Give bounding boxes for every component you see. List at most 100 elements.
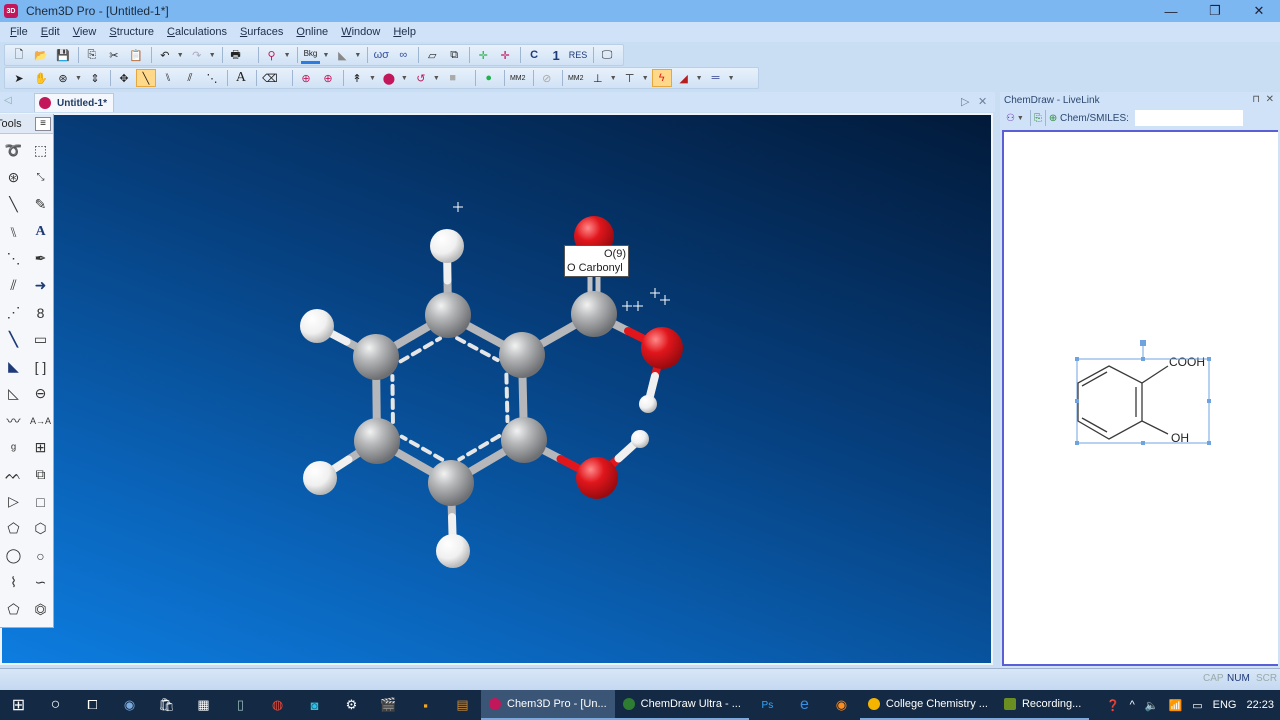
rotate-x-icon[interactable]: ⊕ (296, 69, 316, 87)
rectangle-tool-icon[interactable]: ▭ (27, 326, 54, 353)
new-file-icon[interactable]: 🗋 (9, 46, 29, 64)
carbon-atom[interactable] (354, 418, 400, 464)
save-icon[interactable]: 💾 (53, 46, 73, 64)
dihedral-dropdown[interactable]: ▼ (369, 75, 376, 82)
arrow-tool-icon[interactable]: ➜ (27, 272, 54, 299)
hashed-bond-icon[interactable]: ⫽ (0, 272, 27, 299)
single-bond-tool-icon[interactable]: ╲ (135, 69, 156, 87)
paste-icon[interactable]: 📋 (126, 46, 146, 64)
hash-wedge-icon[interactable]: ◺ (0, 380, 27, 407)
background-dropdown[interactable]: ▼ (322, 52, 329, 59)
carbon-atom[interactable] (499, 332, 545, 378)
photoshop-icon[interactable]: Ps (749, 690, 786, 720)
ramp-dropdown[interactable]: ▼ (696, 75, 703, 82)
hydrogen-atom[interactable] (300, 309, 334, 343)
hydrogen-atom[interactable] (430, 229, 464, 263)
rotate-icon[interactable]: ⊛ (53, 69, 73, 87)
tab-scroll-left-icon[interactable]: ◁ (4, 95, 12, 106)
carbon-label-button[interactable]: C (524, 46, 544, 64)
wedge-bond-icon[interactable]: ◣ (0, 353, 27, 380)
taskbar-app-chrome[interactable]: College Chemistry ... (859, 690, 996, 720)
sync-icon[interactable]: ⚇ (1006, 113, 1015, 124)
edge-icon[interactable]: e (786, 690, 823, 720)
compute-run-icon[interactable]: ● (479, 69, 499, 87)
triple-bond-tool-icon[interactable]: ⫽ (180, 69, 200, 87)
zoom-icon[interactable]: ⇕ (85, 69, 105, 87)
chemdraw-canvas[interactable]: COOH OH (1002, 130, 1278, 666)
tab-next-icon[interactable]: ▷ (961, 95, 969, 108)
lasso-select-icon[interactable]: ➰ (0, 137, 27, 164)
rotate-tool-icon[interactable]: ⊛ (0, 164, 27, 191)
cyclopentadiene-icon[interactable]: ⬠ (0, 596, 27, 623)
carbon-atom[interactable] (501, 417, 547, 463)
molecule-3d-model[interactable] (0, 113, 993, 665)
heptagon-icon[interactable]: ◯ (0, 542, 27, 569)
orthographic-box-icon[interactable]: ▱ (422, 46, 442, 64)
eraser-tool-icon[interactable]: ✎ (27, 191, 54, 218)
charge-icon[interactable]: ⊖ (27, 380, 54, 407)
tray-expand-icon[interactable]: ^ (1130, 699, 1135, 711)
dashed-bond-icon[interactable]: ⋱ (0, 245, 27, 272)
template-icon[interactable]: ⧉ (27, 461, 54, 488)
open-folder-icon[interactable]: 📂 (31, 46, 51, 64)
fullscreen-icon[interactable]: 🖵 (597, 46, 617, 64)
triangle-icon[interactable]: ▷ (0, 488, 27, 515)
livelink-close-icon[interactable]: ✕ (1266, 94, 1274, 105)
firefox-icon[interactable]: ◉ (823, 690, 860, 720)
windows-start-icon[interactable]: ⊞ (0, 690, 37, 720)
angle-icon[interactable]: ↺ (411, 69, 431, 87)
dotted-bond-icon[interactable]: ⋰ (0, 299, 27, 326)
close-button[interactable]: ✕ (1237, 0, 1280, 22)
brackets-icon[interactable]: [ ] (27, 353, 54, 380)
task-view-icon[interactable]: ⧠ (74, 690, 111, 720)
menu-structure[interactable]: Structure (109, 26, 154, 38)
square-icon[interactable]: □ (27, 488, 54, 515)
atom-color-icon[interactable]: ⬤ (379, 69, 399, 87)
smiles-input[interactable] (1134, 110, 1243, 126)
vibration-icon[interactable]: ⊥ (588, 69, 608, 87)
app-film-icon[interactable]: ▤ (444, 690, 481, 720)
ramp-icon[interactable]: ◢ (674, 69, 694, 87)
select-arrow-icon[interactable]: ➤ (9, 69, 29, 87)
serial-number-button[interactable]: 1 (546, 46, 566, 64)
help-icon[interactable]: ❓ (1106, 699, 1120, 712)
text-tool-palette-icon[interactable]: A (27, 218, 54, 245)
menu-file[interactable]: File (10, 26, 28, 38)
stop-icon[interactable]: ■ (443, 69, 463, 87)
battery-icon[interactable]: ▭ (1192, 699, 1202, 712)
angle-dropdown[interactable]: ▼ (433, 75, 440, 82)
app-cyan-icon[interactable]: ◙ (296, 690, 333, 720)
eraser-icon[interactable]: ⌫ (260, 69, 280, 87)
carbon-atom[interactable] (428, 460, 474, 506)
bond-display-dropdown[interactable]: ▼ (284, 52, 291, 59)
rect-select-icon[interactable]: ⬚ (27, 137, 54, 164)
tab-close-icon[interactable]: ✕ (978, 95, 987, 108)
polymer-icon[interactable]: ᨓ (0, 461, 27, 488)
app-red-icon[interactable]: ◍ (259, 690, 296, 720)
smiles-insert-icon[interactable]: ⊕ (1049, 113, 1057, 124)
timeline-dropdown[interactable]: ▼ (728, 75, 735, 82)
taskbar-app-recording[interactable]: Recording... (995, 690, 1090, 720)
palette-menu-icon[interactable]: ≡ (35, 116, 51, 131)
paste-structure-icon[interactable]: ⎘ (1034, 113, 1042, 124)
app-orange-icon[interactable]: ▪ (407, 690, 444, 720)
stereo-view-icon[interactable]: ∞ (393, 46, 413, 64)
carbon-atom[interactable] (353, 334, 399, 380)
chair-1-icon[interactable]: ⌇ (0, 569, 27, 596)
menu-view[interactable]: View (73, 26, 97, 38)
color-dropdown[interactable]: ▼ (354, 52, 361, 59)
move-x-icon[interactable]: ✛ (473, 46, 493, 64)
hexagon-icon[interactable]: ⬡ (27, 515, 54, 542)
cortana-icon[interactable]: ○ (37, 690, 74, 720)
menu-surfaces[interactable]: Surfaces (240, 26, 283, 38)
bold-bond-icon[interactable]: ╲ (0, 326, 27, 353)
menu-window[interactable]: Window (341, 26, 380, 38)
mm2-minimize-button[interactable]: MM2 (508, 69, 528, 87)
carbon-atom[interactable] (571, 291, 617, 337)
app-network-icon[interactable]: ⚙ (333, 690, 370, 720)
carbon-atom[interactable] (425, 292, 471, 338)
app-clapper-icon[interactable]: 🎬 (370, 690, 407, 720)
residue-label-button[interactable]: RES (568, 46, 588, 64)
double-bond-tool-icon[interactable]: ⑊ (158, 69, 178, 87)
text-tool-icon[interactable]: A (231, 69, 251, 87)
